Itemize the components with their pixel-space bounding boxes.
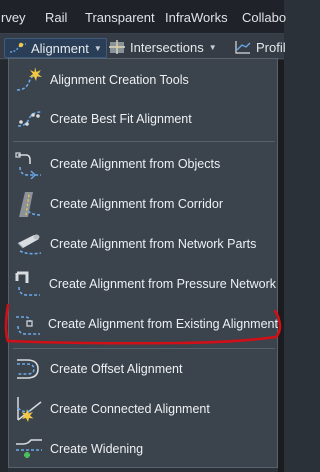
menu-item-create-alignment-from-pressure-network[interactable]: Create Alignment from Pressure Network (10, 266, 276, 302)
menu-separator (13, 141, 275, 142)
tab-collaborate[interactable]: Collabo (242, 10, 286, 25)
ribbon-panel: Alignment ▼ Intersections ▼ Profil (0, 34, 286, 59)
alignment-from-pressure-network-icon (15, 271, 41, 296)
alignment-tools-icon (16, 67, 42, 91)
menu-item-label: Create Alignment from Existing Alignment (48, 317, 278, 331)
right-canvas-strip (278, 60, 284, 472)
tab-infraworks[interactable]: InfraWorks (165, 10, 228, 25)
tab-survey[interactable]: rvey (1, 10, 26, 25)
intersections-button-label: Intersections (130, 39, 204, 55)
left-canvas-strip (0, 60, 8, 472)
alignment-from-objects-icon (15, 152, 41, 179)
menu-item-create-alignment-from-objects[interactable]: Create Alignment from Objects (10, 146, 276, 182)
tab-rail[interactable]: Rail (45, 10, 67, 25)
best-fit-alignment-icon (17, 111, 42, 127)
menu-item-label: Alignment Creation Tools (50, 73, 189, 87)
menu-item-label: Create Alignment from Objects (50, 157, 221, 171)
menu-item-alignment-creation-tools[interactable]: Alignment Creation Tools (10, 62, 276, 98)
tab-transparent[interactable]: Transparent (85, 10, 155, 25)
menu-item-create-widening[interactable]: Create Widening (10, 431, 276, 467)
menu-item-create-offset-alignment[interactable]: Create Offset Alignment (10, 351, 276, 387)
widening-icon (16, 439, 42, 458)
profile-icon (235, 41, 251, 54)
alignment-from-existing-icon (16, 316, 40, 335)
intersections-dropdown-button[interactable]: Intersections ▼ (108, 38, 217, 56)
menu-item-label: Create Offset Alignment (50, 362, 183, 376)
ribbon-tab-bar: rvey Rail Transparent InfraWorks Collabo (0, 0, 286, 34)
chevron-down-icon: ▼ (93, 43, 102, 53)
profile-dropdown-button[interactable]: Profil (234, 38, 286, 56)
alignment-icon (9, 42, 27, 53)
menu-item-create-alignment-from-existing-alignment[interactable]: Create Alignment from Existing Alignment (10, 306, 278, 342)
alignment-dropdown-button[interactable]: Alignment ▼ (4, 38, 107, 58)
menu-item-label: Create Best Fit Alignment (50, 112, 192, 126)
menu-item-create-best-fit-alignment[interactable]: Create Best Fit Alignment (10, 101, 276, 137)
alignment-dropdown-menu: Alignment Creation Tools Create Best Fit… (8, 58, 278, 468)
menu-item-label: Create Connected Alignment (50, 402, 210, 416)
menu-item-label: Create Widening (50, 442, 144, 456)
menu-item-create-alignment-from-network-parts[interactable]: Create Alignment from Network Parts (10, 226, 276, 262)
intersections-icon (109, 40, 125, 54)
menu-item-create-connected-alignment[interactable]: Create Connected Alignment (10, 391, 276, 427)
profile-button-label: Profil (256, 39, 286, 55)
alignment-from-network-parts-icon (17, 234, 42, 255)
alignment-button-label: Alignment (31, 40, 89, 56)
menu-item-label: Create Alignment from Corridor (50, 197, 223, 211)
menu-item-label: Create Alignment from Network Parts (50, 237, 257, 251)
alignment-from-corridor-icon (19, 192, 42, 217)
offset-alignment-icon (17, 359, 39, 379)
menu-item-create-alignment-from-corridor[interactable]: Create Alignment from Corridor (10, 186, 276, 222)
menu-item-label: Create Alignment from Pressure Network (48, 277, 276, 291)
chevron-down-icon: ▼ (208, 42, 217, 52)
menu-separator (13, 348, 275, 349)
connected-alignment-icon (17, 397, 42, 422)
